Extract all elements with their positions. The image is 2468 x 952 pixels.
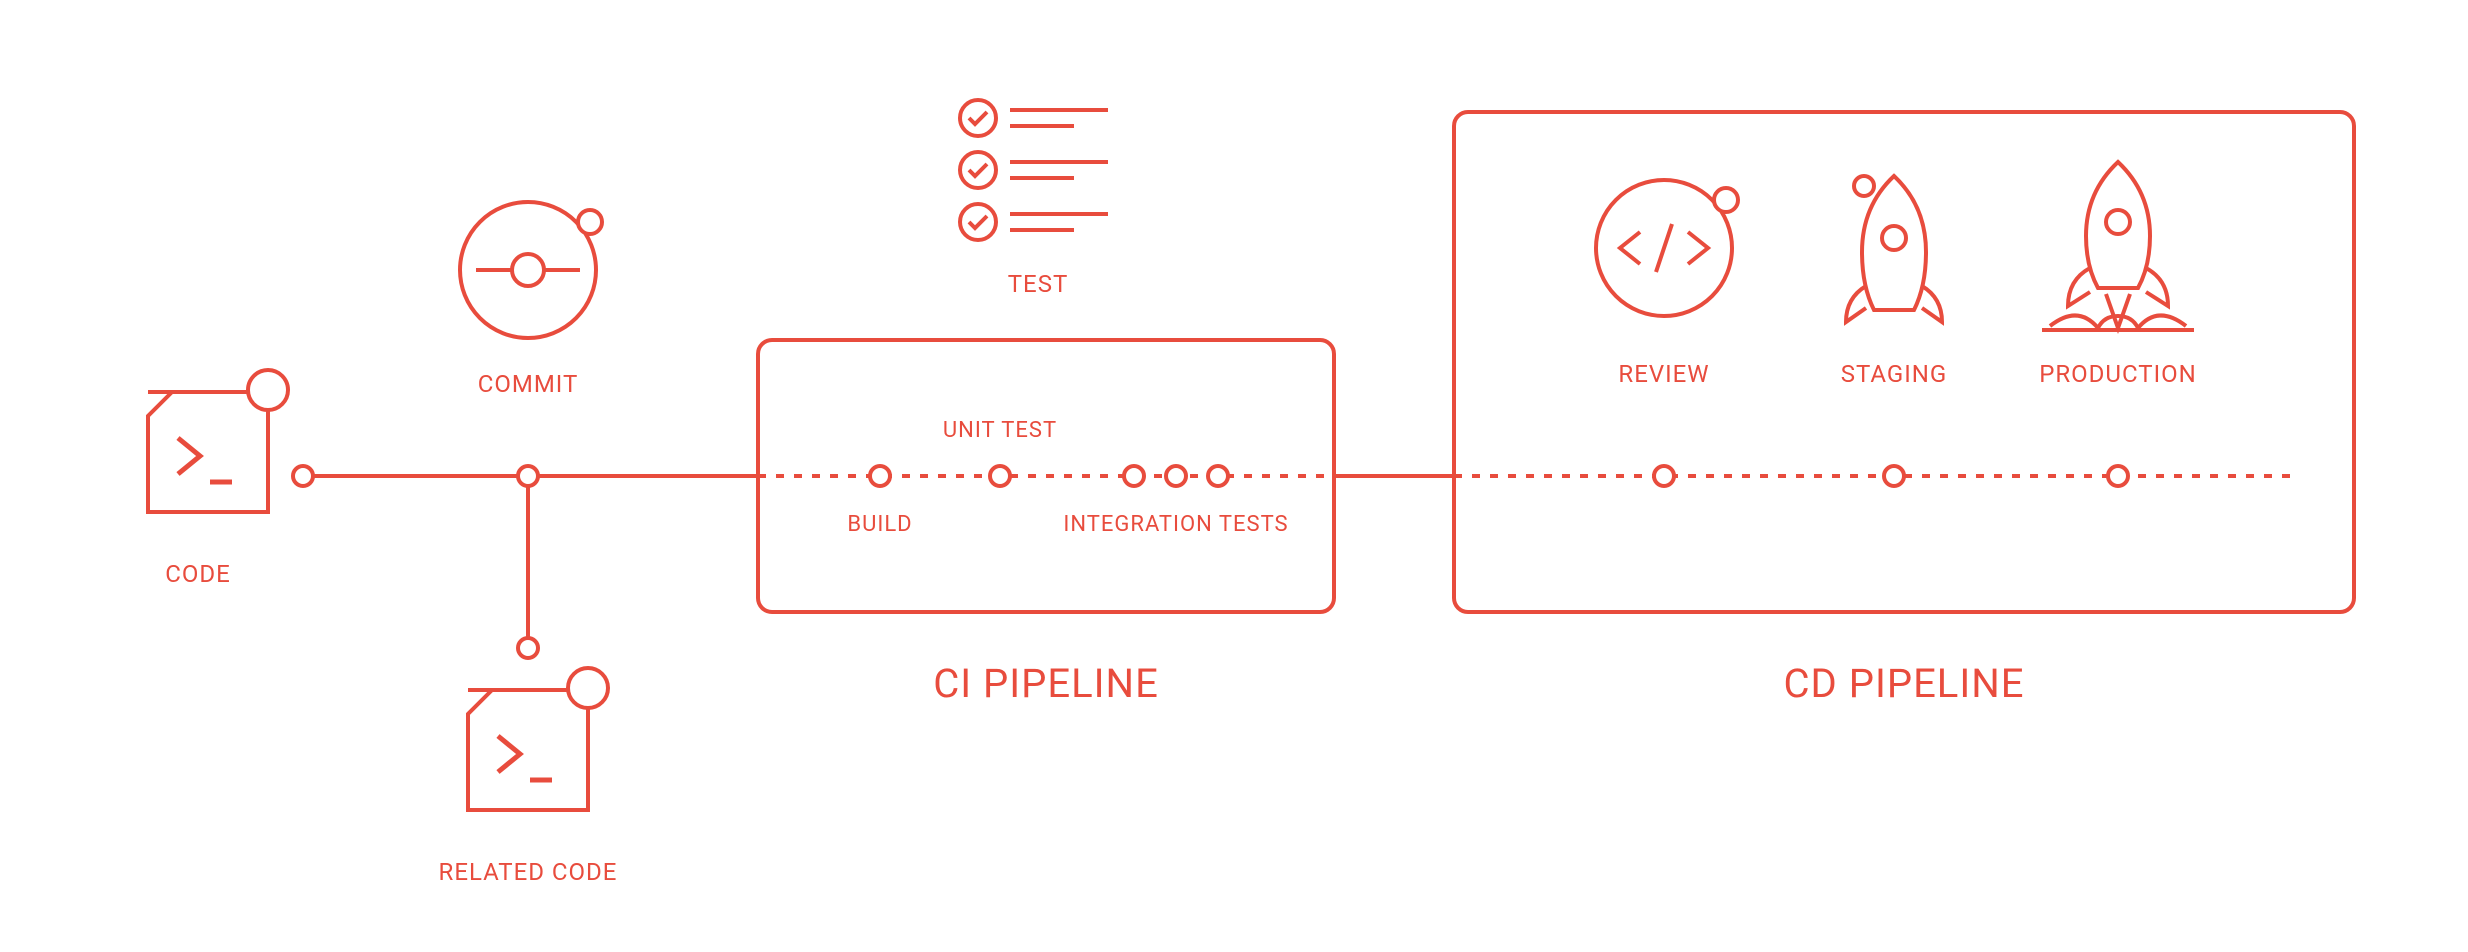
unit-test-node <box>990 466 1010 486</box>
integration-test-node <box>1124 466 1144 486</box>
review-node <box>1654 466 1674 486</box>
commit-icon <box>460 202 602 338</box>
integration-test-node <box>1166 466 1186 486</box>
code-label: CODE <box>165 560 231 588</box>
build-label: BUILD <box>847 512 912 537</box>
test-label: TEST <box>1008 270 1069 298</box>
pipeline-node <box>518 638 538 658</box>
related-code-icon <box>468 668 608 810</box>
related-code-label: RELATED CODE <box>439 858 618 886</box>
staging-rocket-icon <box>1846 176 1942 322</box>
cicd-pipeline-diagram: CODE RELATED CODE COMMIT TEST UNIT TEST … <box>0 0 2468 952</box>
commit-label: COMMIT <box>478 370 579 398</box>
review-icon <box>1596 180 1738 316</box>
ci-pipeline-title: CI PIPELINE <box>933 660 1159 707</box>
code-icon <box>148 370 288 512</box>
unit-test-label: UNIT TEST <box>943 418 1057 443</box>
test-checklist-icon <box>960 100 1108 240</box>
build-node <box>870 466 890 486</box>
integration-tests-label: INTEGRATION TESTS <box>1063 512 1288 537</box>
pipeline-node <box>293 466 313 486</box>
pipeline-node <box>518 466 538 486</box>
staging-node <box>1884 466 1904 486</box>
review-label: REVIEW <box>1618 360 1709 388</box>
production-node <box>2108 466 2128 486</box>
cd-pipeline-title: CD PIPELINE <box>1784 660 2025 707</box>
production-label: PRODUCTION <box>2039 360 2197 388</box>
production-rocket-icon <box>2042 162 2194 330</box>
staging-label: STAGING <box>1841 360 1948 388</box>
integration-test-node <box>1208 466 1228 486</box>
